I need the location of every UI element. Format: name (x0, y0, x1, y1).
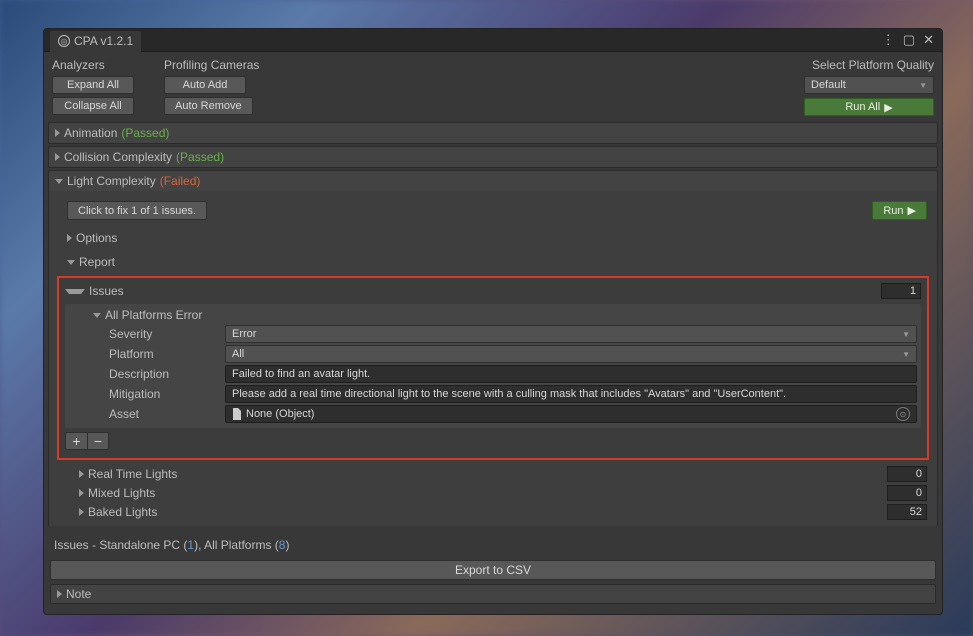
light-header[interactable]: Light Complexity (Failed) (49, 171, 937, 191)
light-section: Light Complexity (Failed) Click to fix 1… (48, 170, 938, 526)
export-csv-button[interactable]: Export to CSV (50, 560, 936, 580)
mixed-lights-row[interactable]: Mixed Lights (55, 483, 931, 502)
note-header[interactable]: Note (50, 584, 936, 604)
options-row[interactable]: Options (55, 228, 931, 248)
expand-icon (79, 508, 84, 516)
severity-dropdown[interactable]: Error▼ (225, 325, 917, 343)
object-picker-icon[interactable]: ⊙ (896, 407, 910, 421)
window-controls: ⋮ ▢ ✕ (880, 32, 936, 48)
collapse-icon (65, 289, 85, 294)
issue-header[interactable]: All Platforms Error (69, 306, 917, 324)
report-row[interactable]: Report (55, 252, 931, 272)
baked-count[interactable] (887, 504, 927, 520)
description-field[interactable]: Failed to find an avatar light. (225, 365, 917, 383)
issues-header[interactable]: Issues (65, 282, 921, 300)
window-tab[interactable]: ◎ CPA v1.2.1 (50, 31, 141, 52)
play-icon: ▶ (908, 204, 916, 217)
profiling-cameras-label: Profiling Cameras (164, 58, 259, 72)
maximize-icon[interactable]: ▢ (901, 32, 917, 48)
mitigation-field[interactable]: Please add a real time directional light… (225, 385, 917, 403)
expand-icon (67, 234, 72, 242)
auto-add-button[interactable]: Auto Add (164, 76, 246, 94)
analyzer-list[interactable]: Animation (Passed) Collision Complexity … (48, 122, 938, 526)
description-label: Description (109, 367, 219, 381)
remove-button[interactable]: − (87, 432, 109, 450)
close-icon[interactable]: ✕ (921, 32, 936, 48)
quality-label: Select Platform Quality (812, 58, 934, 72)
issue-item: All Platforms Error Severity Error▼ Plat… (65, 304, 921, 428)
titlebar: ◎ CPA v1.2.1 ⋮ ▢ ✕ (44, 29, 942, 52)
chevron-down-icon: ▼ (902, 330, 910, 339)
animation-header[interactable]: Animation (Passed) (49, 123, 937, 143)
realtime-count[interactable] (887, 466, 927, 482)
platform-dropdown[interactable]: All▼ (225, 345, 917, 363)
mitigation-label: Mitigation (109, 387, 219, 401)
auto-remove-button[interactable]: Auto Remove (164, 97, 253, 115)
analyzers-label: Analyzers (52, 58, 134, 72)
expand-icon (55, 129, 60, 137)
cpa-panel: ◎ CPA v1.2.1 ⋮ ▢ ✕ Analyzers Expand All … (43, 28, 943, 615)
platform-label: Platform (109, 347, 219, 361)
collapse-icon (93, 313, 101, 318)
run-all-button[interactable]: Run All▶ (804, 98, 934, 116)
quality-dropdown[interactable]: Default▼ (804, 76, 934, 94)
issues-summary: Issues - Standalone PC (1), All Platform… (48, 534, 938, 556)
issues-highlight-box: Issues All Platforms Error Severity Erro… (57, 276, 929, 460)
status-passed: (Passed) (176, 150, 224, 164)
window-title: CPA v1.2.1 (74, 34, 133, 48)
play-icon: ▶ (884, 101, 892, 114)
baked-lights-row[interactable]: Baked Lights (55, 502, 931, 521)
run-button[interactable]: Run▶ (872, 201, 927, 220)
asset-label: Asset (109, 407, 219, 421)
chevron-down-icon: ▼ (902, 350, 910, 359)
collision-section: Collision Complexity (Passed) (48, 146, 938, 168)
document-icon (232, 408, 242, 420)
footer: Issues - Standalone PC (1), All Platform… (44, 530, 942, 614)
toolbar: Analyzers Expand All Collapse All Profil… (44, 52, 942, 116)
list-controls: + − (65, 432, 921, 450)
add-button[interactable]: + (65, 432, 87, 450)
collision-header[interactable]: Collision Complexity (Passed) (49, 147, 937, 167)
chevron-down-icon: ▼ (919, 81, 927, 90)
collapse-icon (67, 260, 75, 265)
mixed-count[interactable] (887, 485, 927, 501)
expand-icon (55, 153, 60, 161)
animation-section: Animation (Passed) (48, 122, 938, 144)
expand-all-button[interactable]: Expand All (52, 76, 134, 94)
issues-count-field[interactable] (881, 283, 921, 299)
collapse-icon (55, 179, 63, 184)
fix-issues-button[interactable]: Click to fix 1 of 1 issues. (67, 201, 207, 220)
expand-icon (79, 489, 84, 497)
status-failed: (Failed) (160, 174, 201, 188)
status-passed: (Passed) (121, 126, 169, 140)
menu-icon[interactable]: ⋮ (880, 32, 897, 48)
expand-icon (79, 470, 84, 478)
severity-label: Severity (109, 327, 219, 341)
collapse-all-button[interactable]: Collapse All (52, 97, 134, 115)
expand-icon (57, 590, 62, 598)
realtime-lights-row[interactable]: Real Time Lights (55, 464, 931, 483)
target-icon: ◎ (58, 35, 70, 47)
asset-object-field[interactable]: None (Object) ⊙ (225, 405, 917, 423)
